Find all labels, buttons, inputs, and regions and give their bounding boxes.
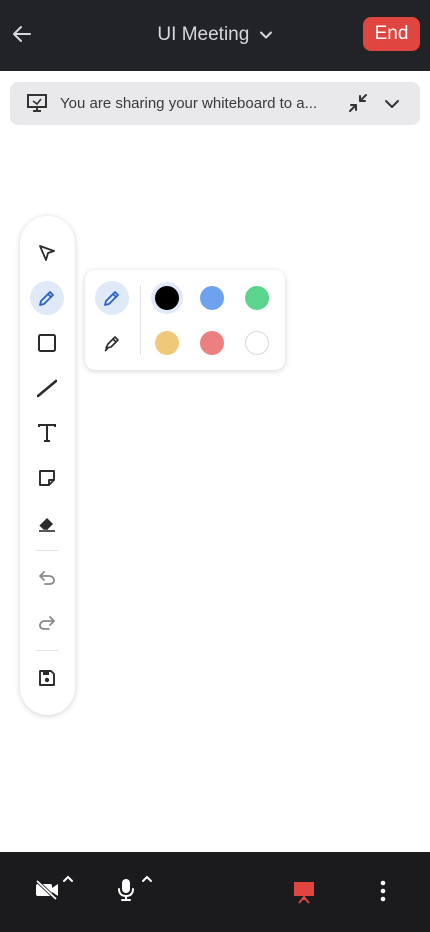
toolbar-divider: [36, 550, 58, 551]
screen-share-icon: [27, 94, 47, 112]
more-options-button[interactable]: [373, 880, 393, 902]
chevron-up-icon: [142, 875, 152, 882]
eraser-icon: [39, 518, 55, 532]
select-tool[interactable]: [30, 236, 64, 270]
text-icon: [38, 424, 56, 442]
meeting-title: UI Meeting: [157, 24, 250, 45]
chevron-down-icon: [259, 31, 272, 39]
minimize-arrows-icon: [349, 94, 367, 112]
color-swatch-red[interactable]: [200, 331, 224, 355]
banner-expand-button[interactable]: [383, 95, 401, 113]
undo-icon: [39, 571, 55, 585]
whiteboard-toolbar: [20, 216, 75, 715]
line-tool[interactable]: [30, 371, 64, 405]
microphone-options-button[interactable]: [141, 874, 153, 884]
bottom-controls-bar: [0, 852, 430, 932]
video-toggle-button[interactable]: [34, 878, 60, 900]
color-swatch-blue[interactable]: [200, 286, 224, 310]
video-options-button[interactable]: [62, 874, 74, 884]
pencil-icon: [39, 291, 54, 306]
color-swatch-yellow[interactable]: [155, 331, 179, 355]
redo-icon: [39, 616, 55, 630]
color-swatch-green[interactable]: [245, 286, 269, 310]
more-icon: [380, 880, 386, 902]
share-banner: You are sharing your whiteboard to a...: [10, 82, 420, 125]
pen-mode-button[interactable]: [95, 281, 129, 315]
sticky-note-icon: [39, 470, 55, 486]
toolbar-divider: [36, 650, 58, 651]
color-swatch-black[interactable]: [155, 286, 179, 310]
microphone-toggle-button[interactable]: [116, 878, 136, 902]
present-button[interactable]: [293, 880, 315, 904]
pencil-icon: [104, 291, 119, 306]
end-meeting-button[interactable]: End: [363, 17, 420, 51]
save-icon: [39, 670, 55, 686]
cursor-icon: [39, 245, 55, 261]
pen-tool[interactable]: [30, 281, 64, 315]
redo-button[interactable]: [30, 606, 64, 640]
highlighter-icon: [104, 336, 119, 352]
top-bar: UI Meeting End: [0, 0, 430, 71]
present-icon: [294, 882, 314, 904]
undo-button[interactable]: [30, 561, 64, 595]
video-off-icon: [35, 879, 58, 900]
panel-divider: [140, 285, 141, 355]
eraser-tool[interactable]: [30, 506, 64, 540]
sticky-note-tool[interactable]: [30, 461, 64, 495]
square-icon: [38, 334, 56, 352]
rectangle-tool[interactable]: [30, 326, 64, 360]
text-tool[interactable]: [30, 416, 64, 450]
save-button[interactable]: [30, 661, 64, 695]
share-status-text: You are sharing your whiteboard to a...: [60, 95, 318, 112]
highlighter-mode-button[interactable]: [95, 326, 129, 360]
chevron-down-icon: [385, 100, 399, 108]
pen-options-panel: [85, 270, 285, 370]
microphone-icon: [118, 879, 134, 901]
line-icon: [37, 379, 57, 398]
minimize-button[interactable]: [347, 92, 369, 114]
chevron-up-icon: [63, 875, 73, 882]
color-swatch-white[interactable]: [245, 331, 269, 355]
